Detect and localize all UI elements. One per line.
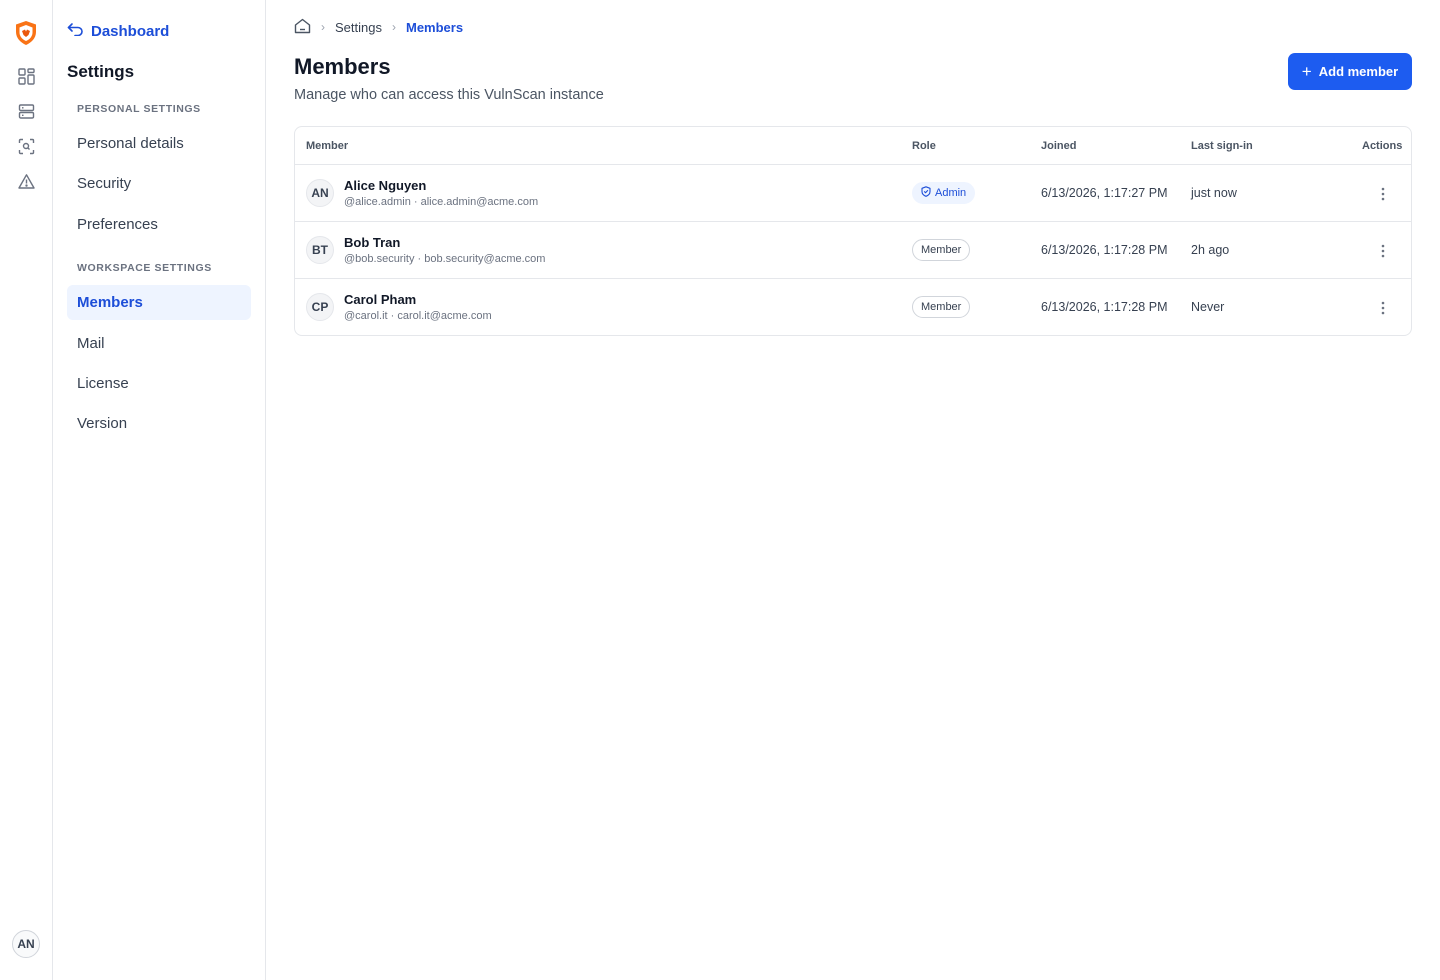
personal-settings-section-label: PERSONAL SETTINGS — [77, 103, 201, 115]
member-username-email: @bob.security · bob.security@acme.com — [344, 253, 546, 265]
table-row: BT Bob Tran @bob.security · bob.security… — [295, 222, 1411, 279]
server-icon[interactable] — [16, 101, 36, 121]
role-badge: Member — [912, 296, 971, 318]
table-header: Member Role Joined Last sign-in Actions — [295, 127, 1411, 165]
plus-icon: + — [1301, 62, 1312, 81]
joined-date: 6/13/2026, 1:17:27 PM — [1041, 186, 1168, 200]
sidebar-item-members[interactable]: Members — [67, 285, 251, 320]
settings-sidebar: Dashboard Settings PERSONAL SETTINGS Per… — [53, 0, 266, 980]
chevron-right-icon: › — [391, 20, 396, 34]
member-username-email: @carol.it · carol.it@acme.com — [344, 310, 492, 322]
role-label: Member — [921, 244, 962, 256]
page-title: Members — [294, 54, 391, 79]
add-member-label: Add member — [1318, 64, 1399, 79]
table-row: AN Alice Nguyen @alice.admin · alice.adm… — [295, 165, 1411, 222]
icon-rail: AN — [0, 0, 53, 980]
member-avatar: CP — [306, 293, 334, 321]
role-badge: Member — [912, 239, 971, 261]
members-table: Member Role Joined Last sign-in Actions … — [294, 126, 1412, 336]
breadcrumb-settings[interactable]: Settings — [335, 20, 382, 35]
scan-icon[interactable] — [16, 136, 36, 156]
page-subtitle: Manage who can access this VulnScan inst… — [294, 87, 604, 103]
last-sign-in: just now — [1191, 186, 1237, 200]
sidebar-title: Settings — [67, 62, 135, 81]
member-name: Bob Tran — [344, 235, 401, 250]
role-label: Member — [921, 301, 962, 313]
back-arrow-icon — [67, 22, 84, 40]
main-content: › Settings › Members Members Manage who … — [266, 0, 1440, 980]
column-header-actions: Actions — [1362, 140, 1403, 152]
more-actions-icon[interactable] — [1371, 183, 1395, 205]
sidebar-item-security[interactable]: Security — [67, 166, 251, 201]
column-header-role: Role — [912, 140, 936, 152]
last-sign-in: 2h ago — [1191, 243, 1230, 257]
home-icon[interactable] — [294, 18, 311, 37]
back-link-label: Dashboard — [91, 22, 170, 40]
add-member-button[interactable]: + Add member — [1288, 53, 1412, 90]
joined-date: 6/13/2026, 1:17:28 PM — [1041, 243, 1168, 257]
member-name: Alice Nguyen — [344, 178, 427, 193]
user-avatar[interactable]: AN — [12, 930, 40, 958]
back-to-dashboard-link[interactable]: Dashboard — [67, 22, 169, 40]
breadcrumb: › Settings › Members — [294, 17, 463, 37]
member-username-email: @alice.admin · alice.admin@acme.com — [344, 196, 539, 208]
column-header-last-sign-in: Last sign-in — [1191, 140, 1253, 152]
sidebar-item-preferences[interactable]: Preferences — [67, 207, 251, 242]
role-label: Admin — [935, 187, 967, 199]
vulnscan-logo-icon[interactable] — [14, 20, 38, 46]
workspace-settings-section-label: WORKSPACE SETTINGS — [77, 262, 212, 274]
breadcrumb-members: Members — [405, 19, 464, 35]
member-name: Carol Pham — [344, 292, 417, 307]
sidebar-item-version[interactable]: Version — [67, 406, 251, 441]
joined-date: 6/13/2026, 1:17:28 PM — [1041, 300, 1168, 314]
shield-check-icon — [921, 186, 931, 200]
alert-triangle-icon[interactable] — [16, 171, 36, 191]
table-row: CP Carol Pham @carol.it · carol.it@acme.… — [295, 279, 1411, 335]
chevron-right-icon: › — [321, 20, 325, 34]
member-avatar: AN — [306, 179, 334, 207]
more-actions-icon[interactable] — [1371, 297, 1395, 319]
member-avatar: BT — [306, 236, 334, 264]
dashboard-grid-icon[interactable] — [16, 66, 36, 86]
sidebar-item-mail[interactable]: Mail — [67, 326, 251, 361]
last-sign-in: Never — [1191, 300, 1225, 314]
sidebar-item-personal-details[interactable]: Personal details — [67, 126, 251, 161]
role-badge: Admin — [912, 182, 976, 204]
column-header-joined: Joined — [1041, 140, 1077, 152]
sidebar-item-license[interactable]: License — [67, 366, 251, 401]
column-header-member: Member — [306, 140, 349, 152]
more-actions-icon[interactable] — [1371, 240, 1395, 262]
